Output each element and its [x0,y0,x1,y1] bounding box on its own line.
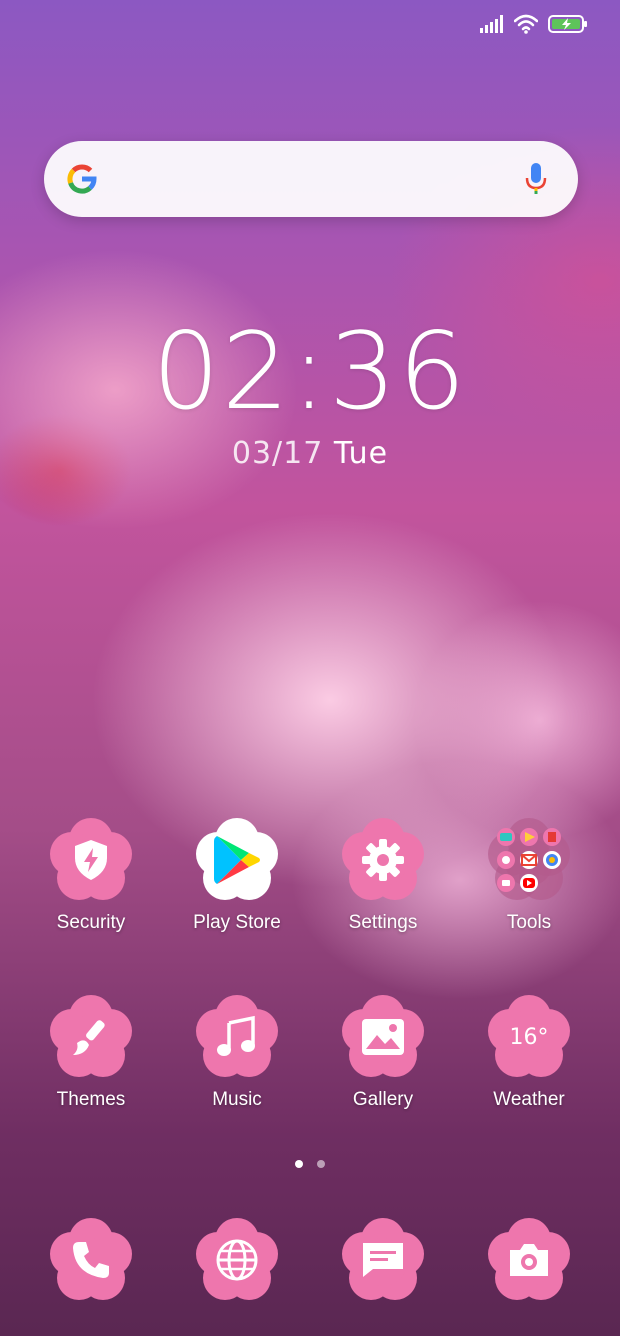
app-music[interactable]: Music [167,989,307,1111]
app-label: Music [212,1089,262,1110]
page-indicator[interactable] [0,1160,620,1168]
page-dot-1[interactable] [295,1160,303,1168]
app-security[interactable]: Security [21,812,161,934]
play-store-icon [214,836,260,884]
weekday-text: Tue [333,436,389,471]
browser-globe-icon [216,1239,258,1281]
dock-phone[interactable] [21,1212,161,1308]
google-search-bar[interactable] [44,141,578,217]
app-label: Security [56,912,126,933]
app-play-store[interactable]: Play Store [167,812,307,934]
dock-browser[interactable] [167,1212,307,1308]
app-weather[interactable]: 16° Weather [459,989,599,1111]
app-label: Themes [56,1089,126,1110]
google-g-icon [67,164,97,194]
paintbrush-icon [73,1020,105,1055]
music-note-icon [217,1015,255,1056]
camera-icon [510,1244,548,1276]
status-bar [480,14,588,34]
app-label: Settings [348,912,418,933]
image-icon [362,1019,404,1055]
app-label: Weather [493,1089,565,1110]
app-label: Gallery [352,1089,414,1110]
app-tools-folder[interactable]: Tools [459,812,599,934]
app-settings[interactable]: Settings [313,812,453,934]
folder-app-grid [497,828,561,892]
phone-icon [73,1242,109,1278]
messages-icon [363,1243,403,1277]
gear-icon [362,839,404,881]
app-themes[interactable]: Themes [21,989,161,1111]
wifi-icon [514,14,538,34]
microphone-icon[interactable] [524,161,548,197]
clock-date[interactable]: 03/17 Tue [0,436,620,471]
dock-camera[interactable] [459,1212,599,1308]
battery-charging-icon [548,15,587,33]
date-text: 03/17 [231,436,324,471]
cellular-signal-icon [480,15,503,33]
clock-time[interactable]: 02:36 [0,310,620,433]
shield-lightning-icon [75,840,107,880]
page-dot-2[interactable] [317,1160,325,1168]
dock-messages[interactable] [313,1212,453,1308]
weather-temperature: 16° [509,1024,549,1050]
app-gallery[interactable]: Gallery [313,989,453,1111]
app-label: Play Store [193,912,281,933]
app-label: Tools [506,912,552,933]
